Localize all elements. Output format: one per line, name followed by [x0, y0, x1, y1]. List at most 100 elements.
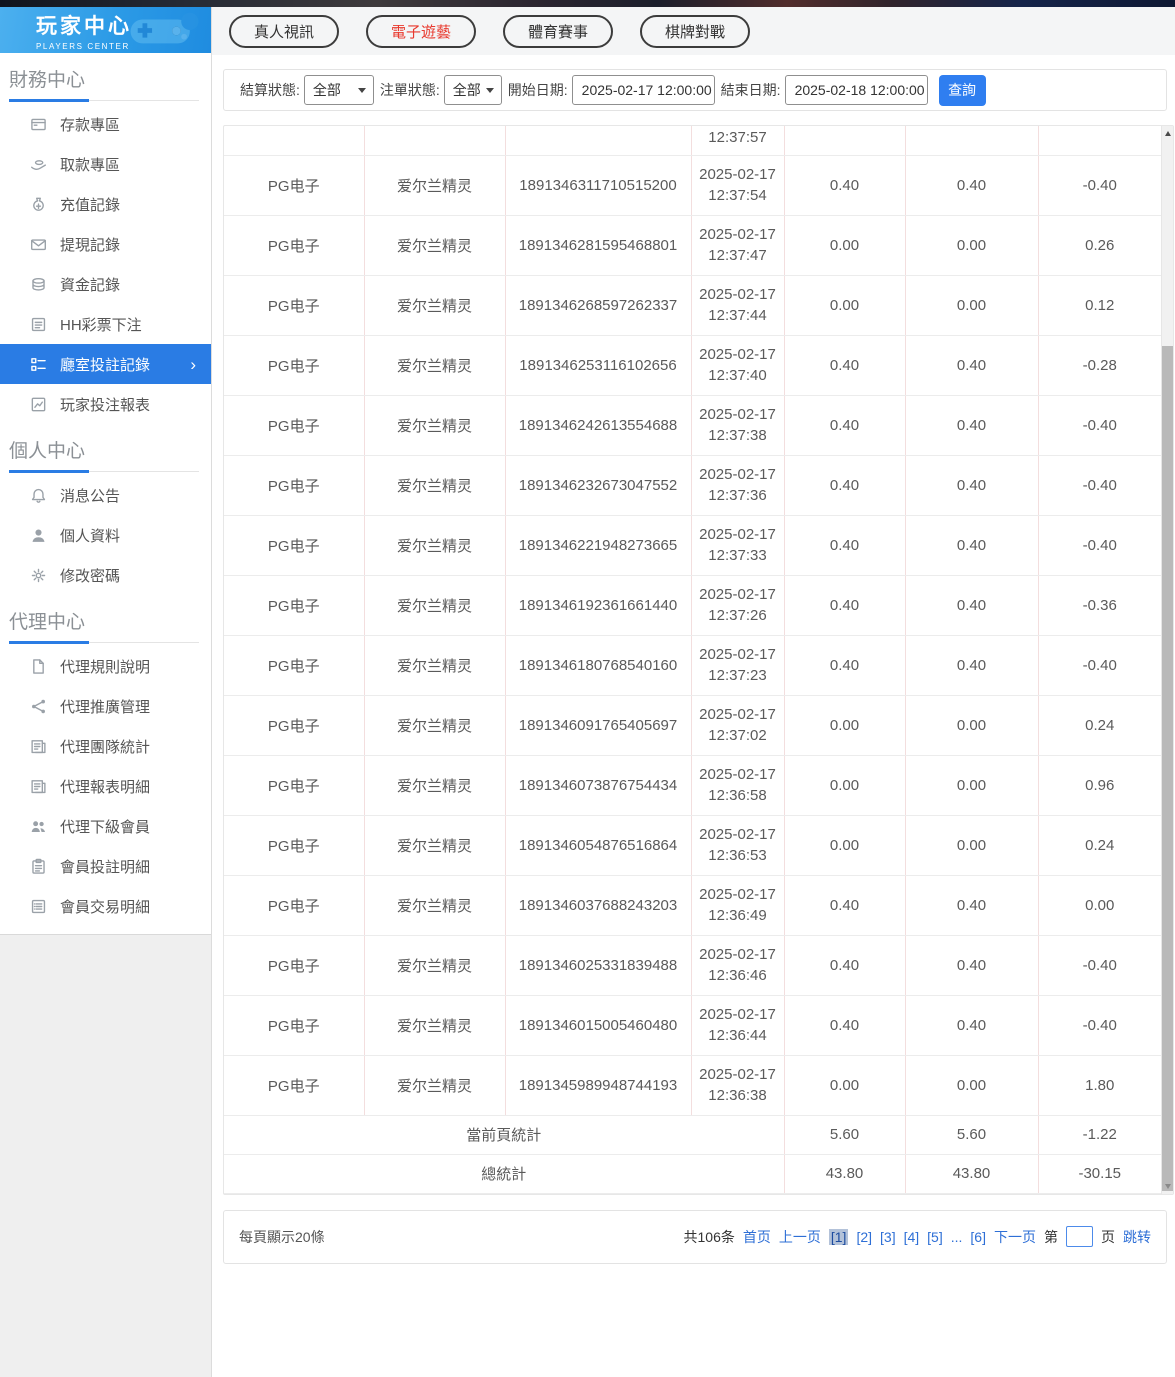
game-category-tabs: 真人視訊 電子遊藝 體育賽事 棋牌對戰: [212, 7, 1175, 55]
section-divider: [9, 99, 199, 102]
game-cell: 爱尔兰精灵: [364, 875, 506, 936]
time-cell: 2025-02-17 12:36:44: [691, 995, 785, 1056]
sidebar-menu-item[interactable]: 代理報表明細: [0, 766, 211, 806]
game-cell: 爱尔兰精灵: [364, 995, 506, 1056]
valid-bet-cell: 0.40: [905, 395, 1039, 456]
table-row: PG电子 爱尔兰精灵 1891346015005460480 2025-02-1…: [224, 995, 1161, 1056]
scroll-down-button[interactable]: [1162, 1179, 1173, 1194]
first-page-link[interactable]: 首页: [743, 1227, 771, 1247]
valid-bet-cell: 0.00: [905, 215, 1039, 276]
game-cell: 爱尔兰精灵: [364, 575, 506, 636]
list-icon: [30, 898, 47, 915]
end-date-input[interactable]: 2025-02-18 12:00:00: [784, 75, 928, 105]
order-id-cell: [505, 126, 692, 156]
table-row: PG电子 爱尔兰精灵 1891346221948273665 2025-02-1…: [224, 515, 1161, 576]
sidebar-menu-item[interactable]: 代理下級會員: [0, 806, 211, 846]
order-id-cell: 1891346232673047552: [505, 455, 692, 516]
bet-cell: 0.40: [784, 935, 906, 996]
valid-bet-cell: 0.00: [905, 695, 1039, 756]
bet-cell: 0.00: [784, 275, 906, 336]
sidebar-menu-item[interactable]: 會員投註明細: [0, 846, 211, 886]
provider-cell: PG电子: [224, 335, 365, 396]
provider-cell: PG电子: [224, 275, 365, 336]
sidebar-menu-item[interactable]: 存款專區: [0, 104, 211, 144]
summary-valid-bet-cell: 43.80: [905, 1154, 1039, 1194]
time-cell: 2025-02-17 12:37:40: [691, 335, 785, 396]
menu-item-label: 修改密碼: [60, 567, 121, 585]
order-status-label: 注單狀態:: [379, 82, 440, 98]
bet-cell: 0.00: [784, 695, 906, 756]
time-cell: 2025-02-17 12:37:38: [691, 395, 785, 456]
game-category-tab[interactable]: 棋牌對戰: [640, 14, 751, 48]
sidebar-menu-item[interactable]: HH彩票下注: [0, 304, 211, 344]
summary-win-loss-cell: -30.15: [1038, 1154, 1161, 1194]
win-loss-cell: 0.26: [1038, 215, 1161, 276]
table-row: PG电子 爱尔兰精灵 1891346232673047552 2025-02-1…: [224, 455, 1161, 516]
pagination-ellipsis: ...: [950, 1228, 963, 1245]
bet-cell: 0.00: [784, 1055, 906, 1116]
menu-item-label: 代理報表明細: [60, 778, 151, 796]
sidebar-menu-item[interactable]: 玩家投注報表: [0, 384, 211, 424]
sidebar-menu-item[interactable]: 代理團隊統計: [0, 726, 211, 766]
page-number-link[interactable]: [6]: [970, 1229, 986, 1245]
menu-item-label: 代理下級會員: [60, 818, 151, 836]
game-category-tab[interactable]: 電子遊藝: [366, 14, 477, 48]
filter-panel: 結算狀態: 全部 注單狀態: 全部 開始日期: 2025-02-17 12:00…: [223, 69, 1167, 111]
sidebar-menu-item[interactable]: 廳室投註記錄 ›: [0, 344, 211, 384]
order-id-cell: 1891346054876516864: [505, 815, 692, 876]
win-loss-cell: -0.40: [1038, 995, 1161, 1056]
game-cell: 爱尔兰精灵: [364, 275, 506, 336]
sidebar-menu-item[interactable]: 取款專區: [0, 144, 211, 184]
time-cell: 2025-02-17 12:37:26: [691, 575, 785, 636]
valid-bet-cell: 0.40: [905, 335, 1039, 396]
order-status-select[interactable]: 全部: [443, 75, 502, 105]
page-number-link[interactable]: [3]: [880, 1229, 896, 1245]
bet-cell: 0.40: [784, 155, 906, 216]
valid-bet-cell: 0.40: [905, 515, 1039, 576]
game-cell: 爱尔兰精灵: [364, 335, 506, 396]
sidebar-menu-item[interactable]: 消息公告: [0, 475, 211, 515]
table-scrollbar[interactable]: [1161, 126, 1173, 1194]
sidebar-menu-item[interactable]: 會員交易明細: [0, 886, 211, 926]
settle-status-select[interactable]: 全部: [303, 75, 374, 105]
sidebar-menu-item[interactable]: 修改密碼: [0, 555, 211, 595]
game-cell: 爱尔兰精灵: [364, 455, 506, 516]
game-category-tab[interactable]: 真人視訊: [229, 14, 340, 48]
sidebar-menu-item[interactable]: 提現記錄: [0, 224, 211, 264]
search-button[interactable]: 查詢: [938, 74, 986, 106]
page-jump-input[interactable]: [1066, 1226, 1093, 1247]
start-date-input[interactable]: 2025-02-17 12:00:00: [571, 75, 715, 105]
page-number-link[interactable]: [1]: [828, 1228, 849, 1245]
menu-item-label: 資金記錄: [60, 276, 121, 294]
sidebar-menu-item[interactable]: 充值記錄: [0, 184, 211, 224]
sidebar-menu-item[interactable]: 代理規則說明: [0, 646, 211, 686]
sidebar-section-finance: 財務中心 存款專區 取款專區 充值記錄 提現記錄 資金記錄 HH彩票下注 廳室投…: [0, 53, 211, 424]
table-row: PG电子 爱尔兰精灵 1891346025331839488 2025-02-1…: [224, 935, 1161, 996]
menu-item-label: HH彩票下注: [60, 316, 142, 334]
scroll-up-button[interactable]: [1162, 126, 1173, 141]
win-loss-cell: -0.40: [1038, 515, 1161, 576]
sidebar-menu-item[interactable]: 個人資料: [0, 515, 211, 555]
prev-page-link[interactable]: 上一页: [779, 1227, 821, 1247]
scrollbar-thumb[interactable]: [1162, 346, 1173, 1191]
time-cell: 2025-02-17 12:36:38: [691, 1055, 785, 1116]
game-category-tab[interactable]: 體育賽事: [503, 14, 614, 48]
sidebar-menu-item[interactable]: 資金記錄: [0, 264, 211, 304]
win-loss-cell: [1038, 126, 1161, 156]
sidebar-section-personal: 個人中心 消息公告 個人資料 修改密碼: [0, 424, 211, 595]
order-id-cell: 1891346192361661440: [505, 575, 692, 636]
page-number-link[interactable]: [4]: [904, 1229, 920, 1245]
sidebar-menu-item[interactable]: 代理推廣管理: [0, 686, 211, 726]
report-icon: [30, 778, 47, 795]
page-number-link[interactable]: [5]: [927, 1229, 943, 1245]
order-id-cell: 1891346281595468801: [505, 215, 692, 276]
order-id-cell: 1891346015005460480: [505, 995, 692, 1056]
bet-cell: 0.00: [784, 755, 906, 816]
provider-cell: [224, 126, 365, 156]
report-icon: [30, 738, 47, 755]
order-id-cell: 1891346242613554688: [505, 395, 692, 456]
bet-cell: 0.00: [784, 215, 906, 276]
page-number-link[interactable]: [2]: [856, 1229, 872, 1245]
next-page-link[interactable]: 下一页: [994, 1227, 1036, 1247]
jump-button[interactable]: 跳转: [1123, 1227, 1151, 1247]
